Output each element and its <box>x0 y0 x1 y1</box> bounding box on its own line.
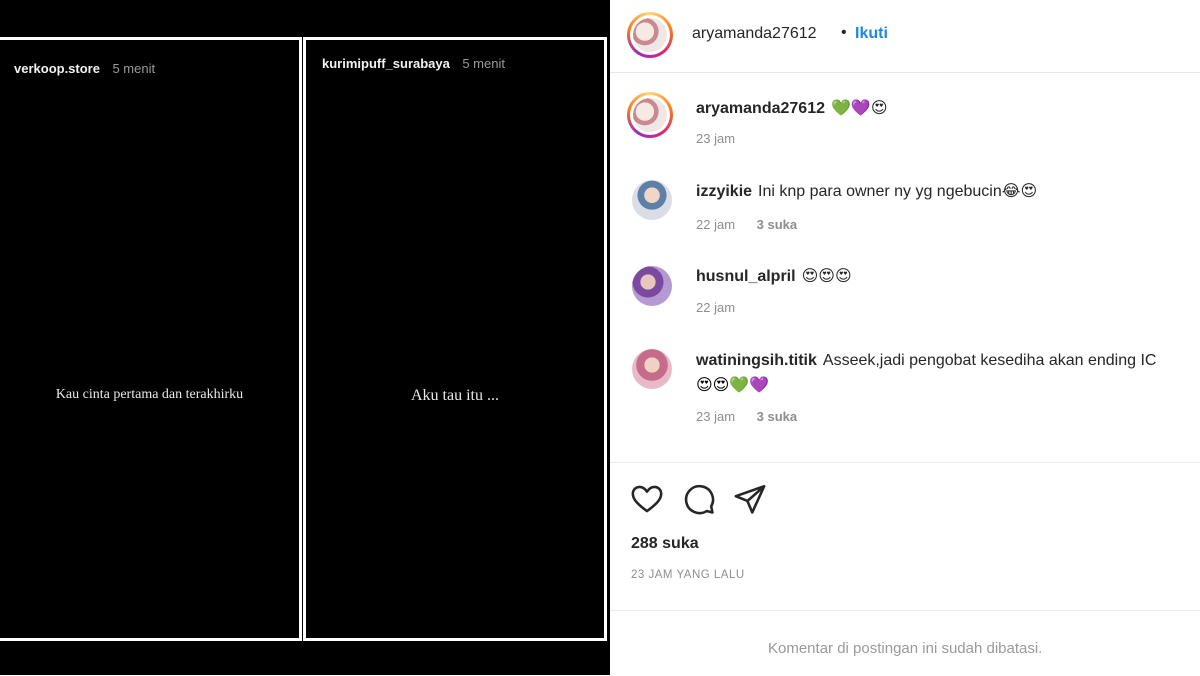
comment-username[interactable]: watiningsih.titik <box>696 352 817 369</box>
comment-text: 💚💜😍 <box>830 100 888 117</box>
story-username[interactable]: kurimipuff_surabaya <box>322 56 450 71</box>
story-header: verkoop.store 5 menit <box>14 60 155 78</box>
comment-time[interactable]: 22 jam <box>696 217 735 232</box>
comment-text: 😍😍😍 <box>801 268 852 285</box>
comment-meta: 23 jam 3 suka <box>696 409 797 424</box>
share-icon[interactable] <box>733 482 767 516</box>
separator-dot: • <box>841 24 847 41</box>
comment-icon[interactable] <box>682 482 716 516</box>
post-panel: aryamanda27612 • Ikuti aryamanda27612 💚💜😍… <box>610 0 1200 675</box>
avatar[interactable] <box>627 92 673 138</box>
story-header: kurimipuff_surabaya 5 menit <box>322 55 505 73</box>
story-text: Aku tau itu ... <box>411 387 499 404</box>
comment-likes[interactable]: 3 suka <box>757 217 797 232</box>
comment-text: Ini knp para owner ny yg ngebucin😂😍 <box>758 183 1038 200</box>
stories-panel: verkoop.store 5 menit Kau cinta pertama … <box>0 0 610 675</box>
avatar[interactable] <box>632 349 672 389</box>
post-header: aryamanda27612 • Ikuti <box>610 0 1200 73</box>
avatar[interactable] <box>627 12 673 58</box>
comment-text-line: watiningsih.titik Asseek,jadi pengobat ke… <box>696 352 1156 370</box>
story-text: Kau cinta pertama dan terakhirku <box>55 387 244 402</box>
comment-username[interactable]: husnul_alpril <box>696 268 796 285</box>
comment-text-line: aryamanda27612 💚💜😍 <box>696 98 888 118</box>
comment-likes[interactable]: 3 suka <box>757 409 797 424</box>
comment-meta: 22 jam 3 suka <box>696 217 797 232</box>
heart-icon[interactable] <box>630 482 664 516</box>
follow-button[interactable]: Ikuti <box>855 25 888 43</box>
comments-limited-notice: Komentar di postingan ini sudah dibatasi… <box>610 610 1200 676</box>
comment-username[interactable]: aryamanda27612 <box>696 100 825 117</box>
comment-meta: 22 jam <box>696 300 735 315</box>
post-author-username[interactable]: aryamanda27612 <box>692 25 817 43</box>
comment-text-line: husnul_alpril 😍😍😍 <box>696 266 852 286</box>
action-bar <box>610 462 1200 515</box>
story-card-verkoop: verkoop.store 5 menit Kau cinta pertama … <box>0 37 302 641</box>
story-time: 5 menit <box>112 61 156 76</box>
limited-notice-text: Komentar di postingan ini sudah dibatasi… <box>768 640 1043 657</box>
comment-username[interactable]: izzyikie <box>696 183 752 200</box>
comment-text: Asseek,jadi pengobat kesediha akan endin… <box>822 352 1157 369</box>
avatar[interactable] <box>632 180 672 220</box>
comment-time[interactable]: 23 jam <box>696 131 735 146</box>
comment-time[interactable]: 22 jam <box>696 300 735 315</box>
comment-meta: 23 jam <box>696 131 735 146</box>
avatar[interactable] <box>632 266 672 306</box>
story-card-kurimipuff: kurimipuff_surabaya 5 menit Aku tau itu … <box>303 37 607 641</box>
story-username[interactable]: verkoop.store <box>14 61 100 76</box>
post-timestamp[interactable]: 23 JAM YANG LALU <box>631 569 745 581</box>
likes-count[interactable]: 288 suka <box>631 535 699 553</box>
story-time: 5 menit <box>462 56 505 71</box>
comment-text-continuation: 😍😍💚💜 <box>696 377 770 394</box>
comment-text-line: izzyikie Ini knp para owner ny yg ngebuci… <box>696 181 1037 201</box>
comment-time[interactable]: 23 jam <box>696 409 735 424</box>
